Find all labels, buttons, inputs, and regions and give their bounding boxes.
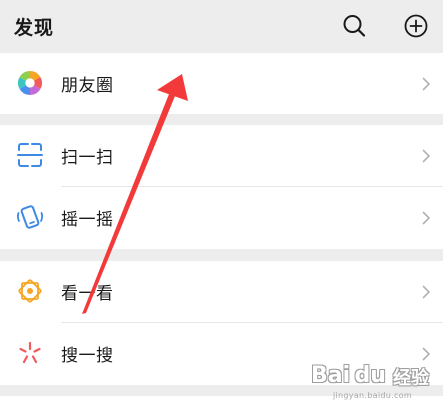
chevron-right-icon xyxy=(421,284,431,300)
group-moments: 朋友圈 xyxy=(0,53,443,114)
search-button[interactable] xyxy=(339,11,369,41)
list-item-search[interactable]: 搜一搜 xyxy=(0,323,443,385)
moments-icon xyxy=(17,71,43,95)
list-item-scan[interactable]: 扫一扫 xyxy=(0,125,443,187)
page-title: 发现 xyxy=(14,17,55,39)
top-stories-icon-wrap xyxy=(15,276,45,306)
header-bar: 发现 xyxy=(0,0,443,52)
chevron-right-icon xyxy=(421,210,431,226)
list-item-moments[interactable]: 朋友圈 xyxy=(0,53,443,114)
list-item-label: 搜一搜 xyxy=(61,346,114,366)
shake-icon xyxy=(16,205,44,229)
top-stories-icon xyxy=(18,279,42,303)
list-item-shake[interactable]: 摇一摇 xyxy=(0,187,443,249)
group-next-partial xyxy=(0,396,443,409)
add-button[interactable] xyxy=(401,11,431,41)
search-spark-icon xyxy=(19,341,41,364)
list-item-top-stories[interactable]: 看一看 xyxy=(0,261,443,323)
list-item-label: 摇一摇 xyxy=(61,210,114,230)
add-circle-icon xyxy=(404,14,428,38)
group-look-search: 看一看 搜一搜 xyxy=(0,261,443,385)
shake-icon-wrap xyxy=(15,202,45,232)
group-scan-shake: 扫一扫 摇一摇 xyxy=(0,125,443,249)
scan-icon xyxy=(17,143,43,167)
chevron-right-icon xyxy=(421,76,431,92)
discover-screen: 发现 朋友圈 扫一扫 摇一摇 看一看 搜一搜 Bai du 经验 jingyan… xyxy=(0,0,443,409)
list-item-label: 扫一扫 xyxy=(61,148,114,168)
chevron-right-icon xyxy=(421,148,431,164)
scan-icon-wrap xyxy=(15,140,45,170)
search-spark-icon-wrap xyxy=(15,338,45,368)
list-item-label: 朋友圈 xyxy=(61,76,114,96)
list-item-label: 看一看 xyxy=(61,284,114,304)
moments-icon-wrap xyxy=(15,68,45,98)
search-icon xyxy=(343,15,366,37)
chevron-right-icon xyxy=(421,346,431,362)
